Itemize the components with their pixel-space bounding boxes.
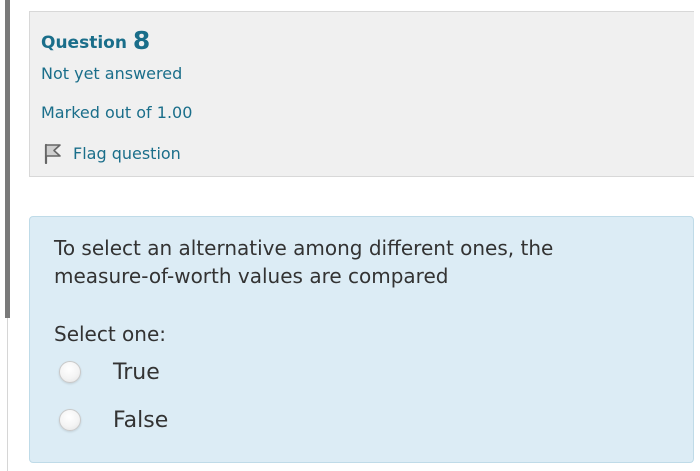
question-grade: Marked out of 1.00 — [41, 103, 193, 122]
question-info-panel: Question 8 Not yet answered Marked out o… — [29, 11, 694, 177]
radio-button-true[interactable] — [59, 361, 81, 383]
question-state: Not yet answered — [41, 64, 183, 83]
answer-prompt: Select one: — [54, 322, 167, 346]
quiz-page: Question 8 Not yet answered Marked out o… — [0, 0, 700, 471]
answer-option-label[interactable]: True — [113, 360, 160, 385]
scrollbar-thumb[interactable] — [5, 0, 10, 318]
radio-button-false[interactable] — [59, 409, 81, 431]
answer-option-true[interactable]: True — [59, 358, 160, 386]
question-number: 8 — [132, 26, 151, 55]
question-content-panel: To select an alternative among different… — [29, 216, 694, 463]
question-label: Question — [41, 33, 127, 53]
question-title: Question 8 — [41, 25, 151, 55]
answer-option-label[interactable]: False — [113, 408, 168, 433]
flag-question-button[interactable]: Flag question — [43, 141, 181, 165]
scrollbar-track — [7, 318, 8, 471]
flag-question-label: Flag question — [73, 143, 181, 163]
question-text: To select an alternative among different… — [54, 236, 554, 288]
answer-option-false[interactable]: False — [59, 406, 168, 434]
flag-icon — [43, 142, 63, 164]
